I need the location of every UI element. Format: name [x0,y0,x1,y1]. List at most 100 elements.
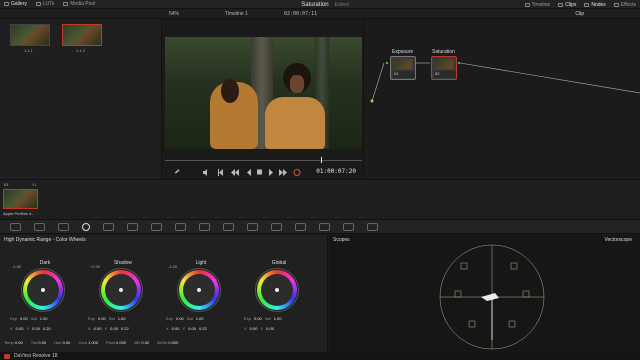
3d-icon[interactable] [367,222,378,231]
primaries-icon[interactable] [58,222,69,231]
header-timecode: 02:00:07:11 [284,11,318,17]
node-thumbnail [394,59,412,69]
right-tab-3[interactable]: Effects [613,2,636,8]
wheel-l-value[interactable]: 0.20 [43,326,51,331]
param-temp[interactable]: Temp 0.00 [4,340,23,350]
topbar-tab-label: Media Pool [70,1,96,7]
wheel-handle[interactable] [275,288,279,292]
viewer-timecode: 01:00:07:20 [316,168,356,175]
color-wheel[interactable] [23,270,63,310]
clips-icon [558,2,564,7]
topbar-tab-0[interactable]: Gallery [4,1,27,7]
wheel-exp-sat-row: Exp 0.00 Sat 1.00 [166,316,204,321]
clip-index: 01 [4,182,9,187]
wheel-handle[interactable] [119,288,123,292]
color-wheel[interactable] [179,270,219,310]
param-md[interactable]: MD 0.00 [134,340,149,350]
color-warper-icon[interactable] [175,222,186,231]
wheel-y-value[interactable]: 0.00 [266,326,274,331]
playhead[interactable] [321,157,322,163]
topbar-tab-1[interactable]: LUTs [35,1,54,7]
rgb-mixer-icon[interactable] [103,222,114,231]
wheel-l-value[interactable]: 0.22 [199,326,207,331]
wheel-name: Global [271,260,287,266]
right-tab-1[interactable]: Clips [558,2,576,8]
wheel-handle[interactable] [197,288,201,292]
wheel-sat-value[interactable]: 1.00 [118,316,126,321]
hdr-wheels-icon[interactable] [82,222,90,231]
param-label: B/Ofs [157,340,168,345]
timeline-clip[interactable] [3,189,38,209]
wheel-l-value[interactable]: 0.22 [121,326,129,331]
param-hue[interactable]: Hue 0.00 [54,340,70,350]
camera-raw-icon[interactable] [10,222,21,231]
node-editor[interactable]: Clip Exposure 01 Saturation 02 [363,11,640,179]
wheel-exp-value[interactable]: 0.00 [20,316,28,321]
right-tab-0[interactable]: Timeline [524,2,550,8]
sizing-icon[interactable] [343,222,354,231]
color-wheel[interactable] [101,270,141,310]
wheel-sat-value[interactable]: 1.00 [274,316,282,321]
param-value[interactable]: 0.000 [116,340,126,345]
blur-icon[interactable] [295,222,306,231]
wheel-y-value[interactable]: 0.00 [188,326,196,331]
stop-icon [257,169,262,175]
video-viewer[interactable] [165,37,362,149]
node-mode[interactable]: Clip [575,11,584,17]
param-bofs[interactable]: B/Ofs 0.000 [157,340,178,350]
project-title: Saturation [301,1,329,8]
param-tint[interactable]: Tint 0.00 [31,340,46,350]
curves-icon[interactable] [151,222,162,231]
param-cont[interactable]: Cont 1.000 [78,340,98,350]
person-right-body [265,97,325,149]
wheel-handle[interactable] [41,288,45,292]
resolve-logo-icon [4,353,10,359]
scrub-bar[interactable] [165,157,362,163]
window-icon[interactable] [223,222,234,231]
wheel-x-value[interactable]: 0.00 [16,326,24,331]
timeline-icon [524,2,530,7]
wheel-sat-value[interactable]: 1.00 [40,316,48,321]
topbar-tab-2[interactable]: Media Pool [63,1,95,7]
node-saturation[interactable]: 02 [431,56,457,80]
wheel-x-value[interactable]: 0.00 [172,326,180,331]
qualifier-icon[interactable] [199,222,210,231]
wheel-y-value[interactable]: 0.00 [110,326,118,331]
right-tab-label: Clips [565,1,577,8]
param-value[interactable]: 0.00 [63,340,71,345]
wheel-x-value[interactable]: 0.00 [250,326,258,331]
gallery-still-2[interactable] [62,24,102,46]
color-wheel[interactable] [257,270,297,310]
wheel-exp-value[interactable]: 0.00 [176,316,184,321]
magic-mask-icon[interactable] [271,222,282,231]
gallery-still-label: 1.1.2 [76,48,85,53]
param-value[interactable]: 0.000 [168,340,178,345]
zoom-level[interactable]: 54% [169,11,179,17]
wheel-y-value[interactable]: 0.00 [32,326,40,331]
param-value[interactable]: 0.00 [141,340,149,345]
node-exposure[interactable]: 01 [390,56,416,80]
param-value[interactable]: 0.00 [38,340,46,345]
wheel-sat-value[interactable]: 1.00 [196,316,204,321]
tracker-icon[interactable] [247,222,258,231]
motion-effects-icon[interactable] [127,222,138,231]
wheel-exp-sat-row: Exp 0.00 Sat 1.00 [88,316,126,321]
gallery-icon [4,2,9,6]
key-icon[interactable] [319,222,330,231]
color-match-icon[interactable] [34,222,45,231]
param-label: Pivot [106,340,115,345]
wheel-x-value[interactable]: 0.00 [94,326,102,331]
param-pivot[interactable]: Pivot 0.000 [106,340,126,350]
right-tab-2[interactable]: Nodes [584,2,606,8]
param-value[interactable]: 0.00 [15,340,23,345]
wheel-exp-value[interactable]: 0.00 [254,316,262,321]
timeline-name[interactable]: Timeline 1 [225,11,248,17]
node-label-2: Saturation [432,49,455,55]
node-number: 01 [393,71,415,78]
wheel-exp-value[interactable]: 0.00 [98,316,106,321]
wheel-xy-row: X 0.00 Y 0.00 0.20 [10,326,51,331]
param-value[interactable]: 1.000 [88,340,98,345]
wheel-range-tag: -1.50 [12,264,22,269]
hdr-color-wheels-panel: High Dynamic Range - Color Wheels Dark -1… [0,235,328,360]
gallery-still-1[interactable] [10,24,50,46]
